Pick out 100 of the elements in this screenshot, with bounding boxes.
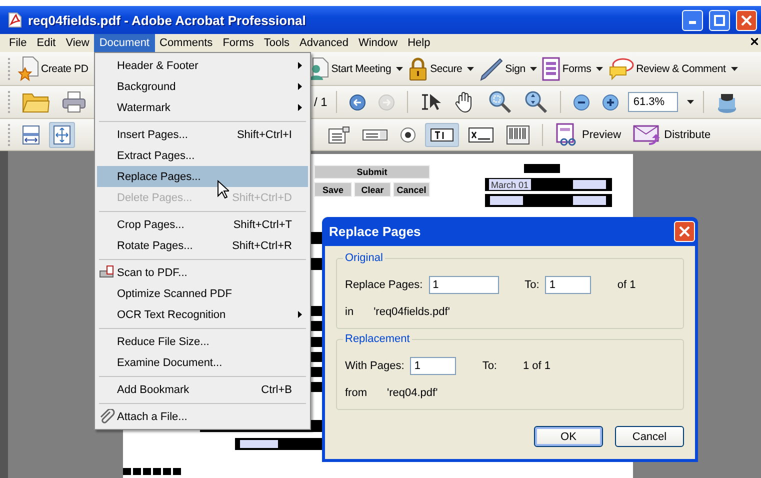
pdf-file-icon bbox=[8, 12, 22, 28]
menu-item[interactable]: Replace Pages... bbox=[97, 166, 308, 187]
form-button[interactable]: Save bbox=[314, 182, 352, 197]
caret-icon bbox=[396, 66, 404, 70]
form-field[interactable] bbox=[490, 196, 523, 205]
page-marker bbox=[153, 468, 161, 475]
menu-item[interactable]: Insert Pages... Shift+Ctrl+I bbox=[97, 124, 308, 145]
menu-item[interactable]: Watermark bbox=[97, 97, 308, 118]
menu-bar-item[interactable]: File bbox=[4, 34, 32, 52]
menu-bar-item[interactable]: Window bbox=[353, 34, 403, 52]
field-label: To: bbox=[482, 360, 497, 372]
close-button[interactable] bbox=[736, 10, 757, 30]
pen-icon bbox=[479, 56, 504, 80]
menu-item[interactable]: Examine Document... bbox=[97, 352, 308, 373]
close-document-icon[interactable] bbox=[751, 38, 758, 45]
menu-item[interactable]: Rotate Pages... Shift+Ctrl+R bbox=[97, 235, 308, 256]
menu-item[interactable]: Attach a File... bbox=[97, 406, 308, 427]
envelope-arrow-icon bbox=[633, 122, 662, 146]
menu-bar-item[interactable]: View bbox=[60, 34, 94, 52]
mouse-pointer-icon bbox=[217, 180, 229, 199]
minimize-button[interactable] bbox=[682, 10, 703, 30]
menu-bar-item[interactable]: Forms bbox=[218, 34, 259, 52]
toolbar-button[interactable]: Preview bbox=[552, 120, 624, 148]
file-name: 'req04.pdf' bbox=[387, 387, 438, 399]
paperclip-icon bbox=[99, 409, 115, 425]
signature-field-icon bbox=[468, 126, 494, 142]
menu-bar-item[interactable]: Tools bbox=[258, 34, 295, 52]
menu-item[interactable]: Header & Footer bbox=[97, 55, 308, 76]
close-icon bbox=[679, 226, 690, 237]
menu-item[interactable]: Optimize Scanned PDF bbox=[97, 283, 308, 304]
menu-item[interactable]: Background bbox=[97, 76, 308, 97]
dialog-button[interactable]: OK bbox=[534, 426, 603, 447]
menu-bar-item[interactable]: Document bbox=[94, 34, 154, 52]
fit-width-icon bbox=[22, 124, 40, 144]
field-label: With Pages: bbox=[345, 360, 404, 372]
caret-icon bbox=[596, 66, 604, 70]
form-tool-button[interactable] bbox=[425, 122, 459, 146]
menu-item[interactable]: OCR Text Recognition bbox=[97, 304, 308, 325]
field-label: To: bbox=[524, 279, 540, 291]
page-marker bbox=[173, 468, 181, 475]
field-label-bar bbox=[524, 164, 560, 173]
caret-icon bbox=[530, 66, 538, 70]
form-button[interactable]: Submit bbox=[314, 165, 430, 179]
caret-icon bbox=[467, 66, 474, 70]
menu-bar-item[interactable]: Help bbox=[402, 34, 436, 52]
with-page-field[interactable]: 1 bbox=[410, 357, 456, 375]
date-field[interactable]: March 01 bbox=[489, 179, 531, 190]
page-marker bbox=[123, 468, 131, 475]
barcode-icon bbox=[506, 124, 530, 144]
task-button[interactable]: Review & Comment bbox=[607, 54, 739, 82]
page-range: 1 of 1 bbox=[523, 360, 551, 372]
page-total: of 1 bbox=[617, 279, 636, 291]
task-button[interactable]: Secure bbox=[407, 54, 476, 82]
field-label: from bbox=[345, 387, 367, 399]
toolbar-button[interactable]: Distribute bbox=[630, 120, 714, 148]
form-field[interactable] bbox=[573, 180, 606, 189]
field-label: Replace Pages: bbox=[345, 279, 423, 291]
group-legend: Original bbox=[343, 252, 385, 264]
page-marker bbox=[163, 468, 171, 475]
window-title: req04fields.pdf - Adobe Acrobat Professional bbox=[28, 12, 307, 28]
list-box-icon bbox=[328, 126, 350, 144]
zoom-field[interactable]: 61.3% bbox=[628, 92, 678, 112]
caret-icon bbox=[730, 66, 738, 70]
task-button[interactable]: Create PD bbox=[16, 54, 90, 84]
field-label: in bbox=[345, 306, 354, 318]
file-name: 'req04fields.pdf' bbox=[374, 306, 450, 318]
combo-box-icon bbox=[362, 128, 388, 142]
menu-item[interactable]: Extract Pages... bbox=[97, 145, 308, 166]
maximize-button[interactable] bbox=[709, 10, 730, 30]
form-icon bbox=[542, 56, 560, 80]
task-button[interactable]: Sign bbox=[478, 54, 538, 82]
scanner-icon bbox=[99, 265, 115, 280]
menu-bar-item[interactable]: Edit bbox=[32, 34, 61, 52]
dialog-button[interactable]: Cancel bbox=[615, 426, 684, 447]
maximize-icon bbox=[714, 14, 725, 26]
text-field-icon bbox=[429, 126, 455, 144]
zoom-dropdown-icon bbox=[687, 100, 694, 104]
from-page-field[interactable]: 1 bbox=[428, 276, 499, 294]
task-button[interactable]: Forms bbox=[541, 54, 604, 82]
menu-item[interactable]: Add Bookmark Ctrl+B bbox=[97, 379, 308, 400]
speech-bubbles-icon bbox=[608, 56, 634, 80]
padlock-icon bbox=[408, 56, 428, 80]
form-button[interactable]: Clear bbox=[354, 182, 391, 197]
page-marker bbox=[133, 468, 141, 475]
menu-item[interactable]: Reduce File Size... bbox=[97, 331, 308, 352]
menu-item[interactable]: Crop Pages... Shift+Ctrl+T bbox=[97, 214, 308, 235]
radio-button-icon bbox=[400, 126, 416, 142]
menu-bar-item[interactable]: Comments bbox=[154, 34, 218, 52]
form-field[interactable] bbox=[573, 196, 606, 205]
page-marker bbox=[143, 468, 151, 475]
close-button[interactable] bbox=[674, 221, 695, 242]
to-page-field[interactable]: 1 bbox=[545, 276, 592, 294]
dialog-title: Replace Pages bbox=[329, 224, 421, 239]
group-legend: Replacement bbox=[343, 333, 412, 345]
fit-page-icon bbox=[53, 124, 71, 144]
menu-item[interactable]: Scan to PDF... bbox=[97, 262, 308, 283]
form-button[interactable]: Cancel bbox=[393, 182, 430, 197]
menu-bar-item[interactable]: Advanced bbox=[294, 34, 354, 52]
form-field[interactable] bbox=[240, 440, 278, 448]
document-star-icon bbox=[17, 56, 39, 82]
